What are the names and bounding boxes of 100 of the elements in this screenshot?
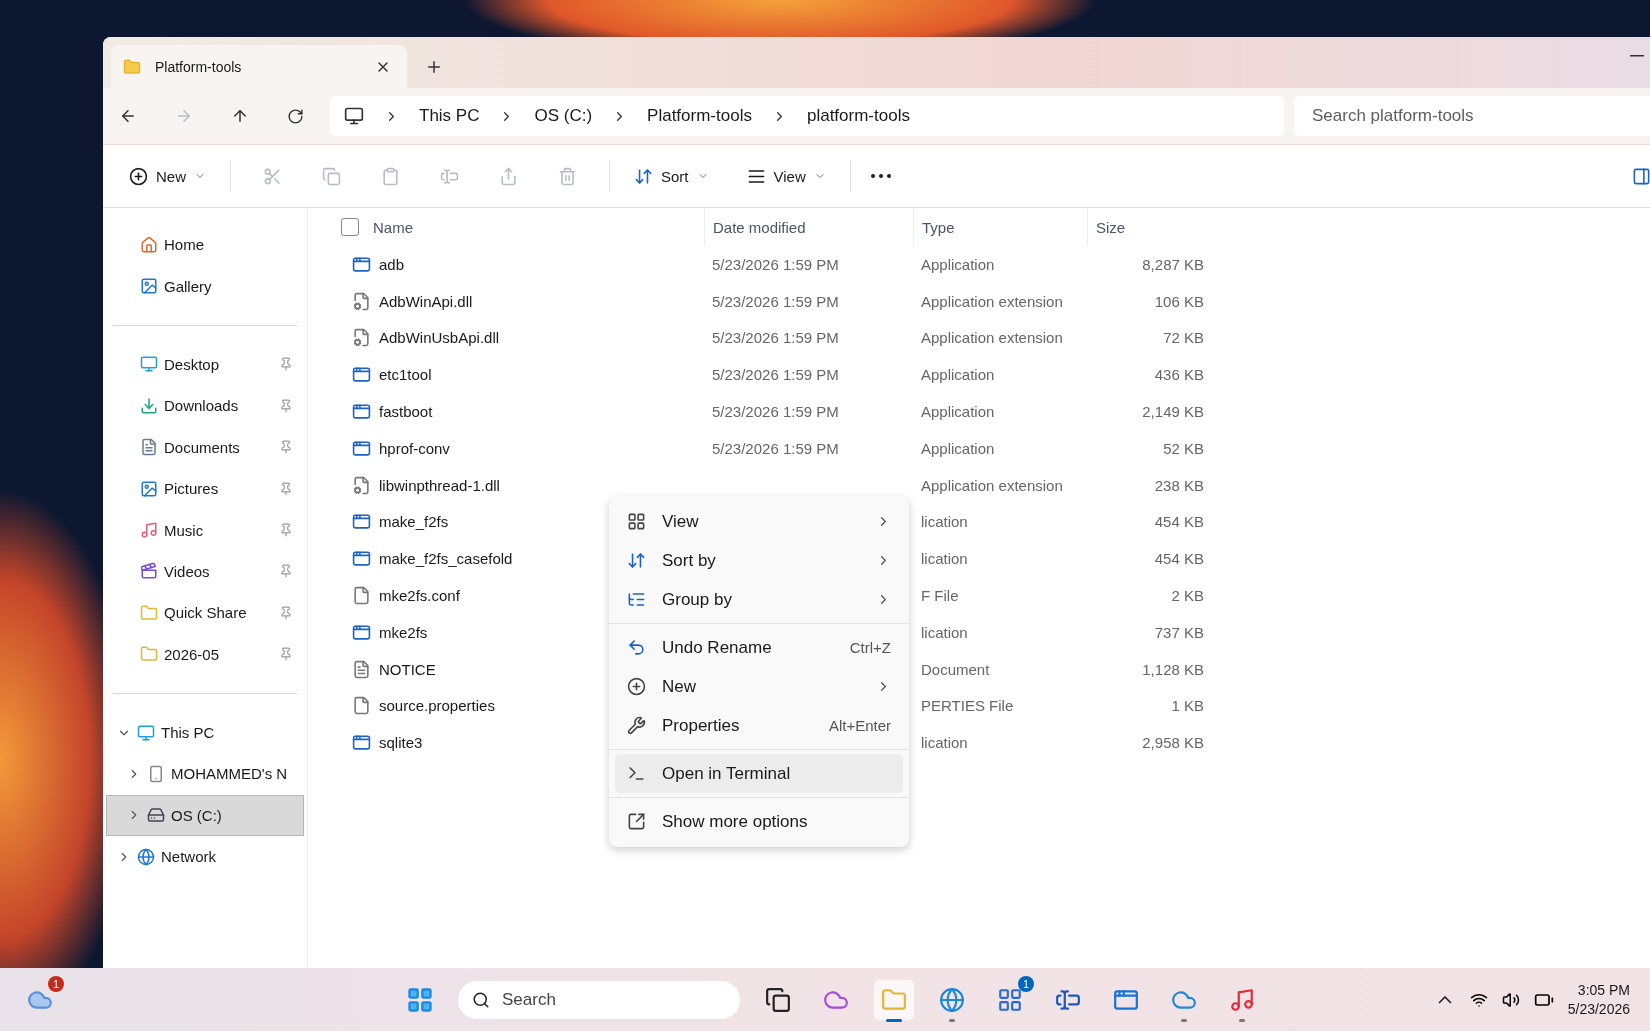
clipboard-icon [381, 166, 400, 186]
notification-badge: 1 [48, 975, 64, 992]
date-cell-text: 5/23/2026 1:59 PM [711, 328, 840, 349]
size-cell-text: 1,128 KB [1141, 659, 1204, 680]
sidebar-item[interactable]: Home [106, 224, 304, 266]
size-cell-text: 454 KB [1153, 512, 1204, 533]
plus-circle-icon [129, 166, 148, 186]
app-window-icon [352, 254, 371, 274]
menu-item[interactable]: New [615, 667, 903, 706]
picture-icon [140, 277, 158, 296]
date-cell-text: 5/23/2026 1:59 PM [711, 438, 840, 459]
chevron-up-icon [1437, 995, 1452, 1004]
file-name-cell[interactable]: etc1tool [331, 356, 704, 394]
breadcrumb-item[interactable]: platform-tools [806, 106, 910, 126]
file-name-cell[interactable]: AdbWinApi.dll [331, 282, 704, 320]
ellipsis-icon [870, 174, 891, 178]
tree-item[interactable]: This PC [106, 711, 304, 754]
folder-tab[interactable]: Platform-tools [111, 45, 407, 88]
address-bar[interactable]: This PC OS (C:) Platform-tools platform-tools [330, 96, 1284, 136]
sidebar-item[interactable]: Videos [106, 550, 304, 593]
menu-item[interactable]: Open in Terminal [615, 754, 903, 793]
menu-item-label: Sort by [662, 550, 717, 571]
menu-item[interactable]: Undo Rename Ctrl+Z [615, 628, 903, 667]
file-gear-icon [352, 291, 371, 311]
menu-item[interactable]: Show more options [615, 802, 903, 841]
sidebar-item[interactable]: Desktop [106, 343, 304, 386]
size-cell-text: 2 KB [1170, 586, 1204, 607]
shortcut-text: Alt+Enter [828, 717, 891, 734]
file-name: source.properties [379, 697, 495, 715]
file-name-cell[interactable]: fastboot [331, 393, 704, 430]
file-name: NOTICE [379, 660, 436, 678]
rename-icon [440, 166, 459, 186]
sidebar-item[interactable]: Pictures [106, 467, 304, 510]
clock-date: 5/23/2026 [1567, 1001, 1630, 1017]
tree-item[interactable]: MOHAMMED's N [106, 753, 304, 795]
menu-item[interactable]: Sort by [615, 541, 903, 580]
file-name-cell[interactable]: hprof-conv [331, 430, 704, 467]
file-gear-icon [352, 475, 371, 495]
sort-button[interactable]: Sort [626, 160, 717, 192]
text-file-icon [352, 659, 371, 679]
sidebar-item[interactable]: 2026-05 [106, 633, 304, 675]
app-window-icon [352, 733, 371, 753]
menu-item-label: View [662, 511, 700, 532]
column-header[interactable]: Type [913, 208, 1087, 246]
folder-icon [123, 57, 141, 76]
menu-item[interactable]: View [615, 502, 903, 541]
plus-icon [425, 58, 443, 76]
breadcrumb-item[interactable]: This PC [419, 106, 480, 126]
menu-item-label: Undo Rename [662, 637, 773, 658]
new-button[interactable]: New [121, 160, 214, 192]
file-name-cell[interactable]: AdbWinUsbApi.dll [331, 319, 704, 357]
clock-time: 3:05 PM [1577, 982, 1630, 998]
file-name-cell[interactable]: libwinpthread-1.dll [331, 466, 704, 504]
date-cell-text: 5/23/2026 1:59 PM [711, 291, 840, 312]
menu-item[interactable]: Properties Alt+Enter [615, 706, 903, 745]
file-icon [352, 586, 371, 606]
panel-icon [1632, 166, 1650, 186]
terminal-icon [627, 764, 646, 783]
type-cell-text: Application [920, 365, 996, 386]
view-button[interactable]: View [738, 160, 834, 192]
sidebar-item[interactable]: Gallery [106, 265, 304, 307]
tree-item[interactable]: OS (C:) [106, 794, 304, 837]
sidebar-item[interactable]: Music [106, 509, 304, 551]
type-cell-text: lication [920, 549, 969, 570]
music-note-icon [140, 521, 158, 540]
size-cell-text: 1 KB [1170, 696, 1204, 717]
monitor-icon [137, 723, 155, 742]
wrench-icon [627, 716, 646, 735]
file-name: make_f2fs [379, 513, 449, 531]
size-cell-text: 52 KB [1162, 438, 1204, 459]
sidebar-item[interactable]: Documents [106, 426, 304, 468]
download-icon [140, 396, 158, 415]
menu-item[interactable]: Group by [615, 580, 903, 619]
clock[interactable]: 3:05 PM 5/23/2026 [1567, 982, 1630, 1017]
size-cell-text: 2,958 KB [1141, 733, 1204, 754]
file-name-cell[interactable]: adb [331, 246, 704, 283]
search-field[interactable]: Search platform-tools [1294, 96, 1650, 136]
breadcrumb-item[interactable]: Platform-tools [647, 106, 752, 126]
breadcrumb-item[interactable]: OS (C:) [534, 106, 593, 126]
sidebar-item[interactable]: Downloads [106, 385, 304, 427]
phone-icon [147, 765, 165, 783]
sidebar-item[interactable]: Quick Share [106, 592, 304, 634]
external-icon [627, 812, 646, 831]
scissors-icon [263, 166, 282, 186]
tree-item[interactable]: Network [106, 836, 304, 878]
home-icon [140, 235, 158, 254]
column-header[interactable]: Size [1087, 208, 1204, 246]
type-cell-text: F File [920, 586, 960, 607]
file-name: etc1tool [379, 366, 432, 384]
taskbar-search-field[interactable]: Search [458, 980, 740, 1019]
file-name: sqlite3 [379, 734, 423, 752]
menu-item-label: Properties [662, 715, 741, 736]
menu-item-label: Group by [662, 589, 733, 610]
column-header[interactable]: Date modified [704, 208, 913, 246]
arrow-right-icon [175, 107, 193, 125]
plus-circle-icon [627, 677, 646, 696]
column-header[interactable]: Name [331, 208, 704, 246]
volume-icon[interactable] [1501, 990, 1520, 1009]
globe-icon [137, 847, 155, 866]
select-all-checkbox[interactable] [341, 218, 359, 236]
